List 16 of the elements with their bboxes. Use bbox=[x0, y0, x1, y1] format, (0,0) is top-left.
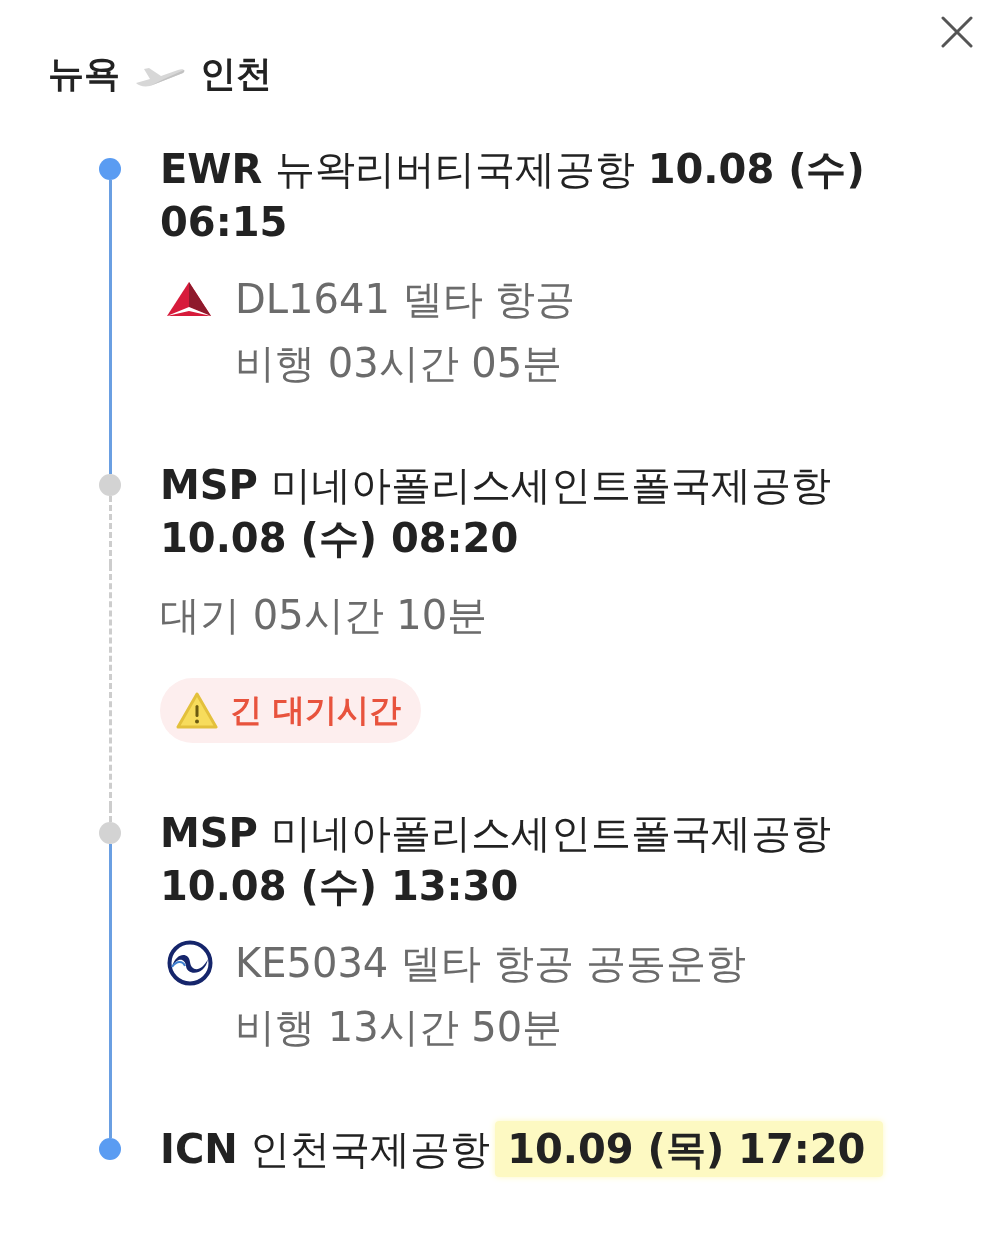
origin-city: 뉴욕 bbox=[48, 52, 120, 96]
warning-icon bbox=[176, 691, 218, 730]
stop-heading: MSP 미네아폴리스세인트폴국제공항 10.08 (수) 13:30 bbox=[160, 809, 832, 911]
swirl-logo-icon bbox=[167, 940, 213, 986]
triangle-logo-icon bbox=[167, 282, 211, 316]
flight-duration: 비행 03시간 05분 bbox=[235, 339, 563, 388]
stop-heading: EWR 뉴왁리버티국제공항 10.08 (수) 06:15 bbox=[160, 145, 866, 247]
stop-heading: MSP 미네아폴리스세인트폴국제공항 10.08 (수) 08:20 bbox=[160, 461, 832, 563]
close-icon bbox=[941, 16, 973, 48]
layover-duration: 대기 05시간 10분 bbox=[160, 591, 488, 640]
flight-duration: 비행 13시간 50분 bbox=[235, 1003, 563, 1052]
destination-city: 인천 bbox=[200, 52, 272, 96]
flight-info: KE5034 델타 항공 공동운항 bbox=[235, 939, 747, 988]
close-button[interactable] bbox=[939, 14, 975, 50]
flight-info: DL1641 델타 항공 bbox=[235, 275, 576, 324]
badge-text: 긴 대기시간 bbox=[230, 689, 402, 731]
